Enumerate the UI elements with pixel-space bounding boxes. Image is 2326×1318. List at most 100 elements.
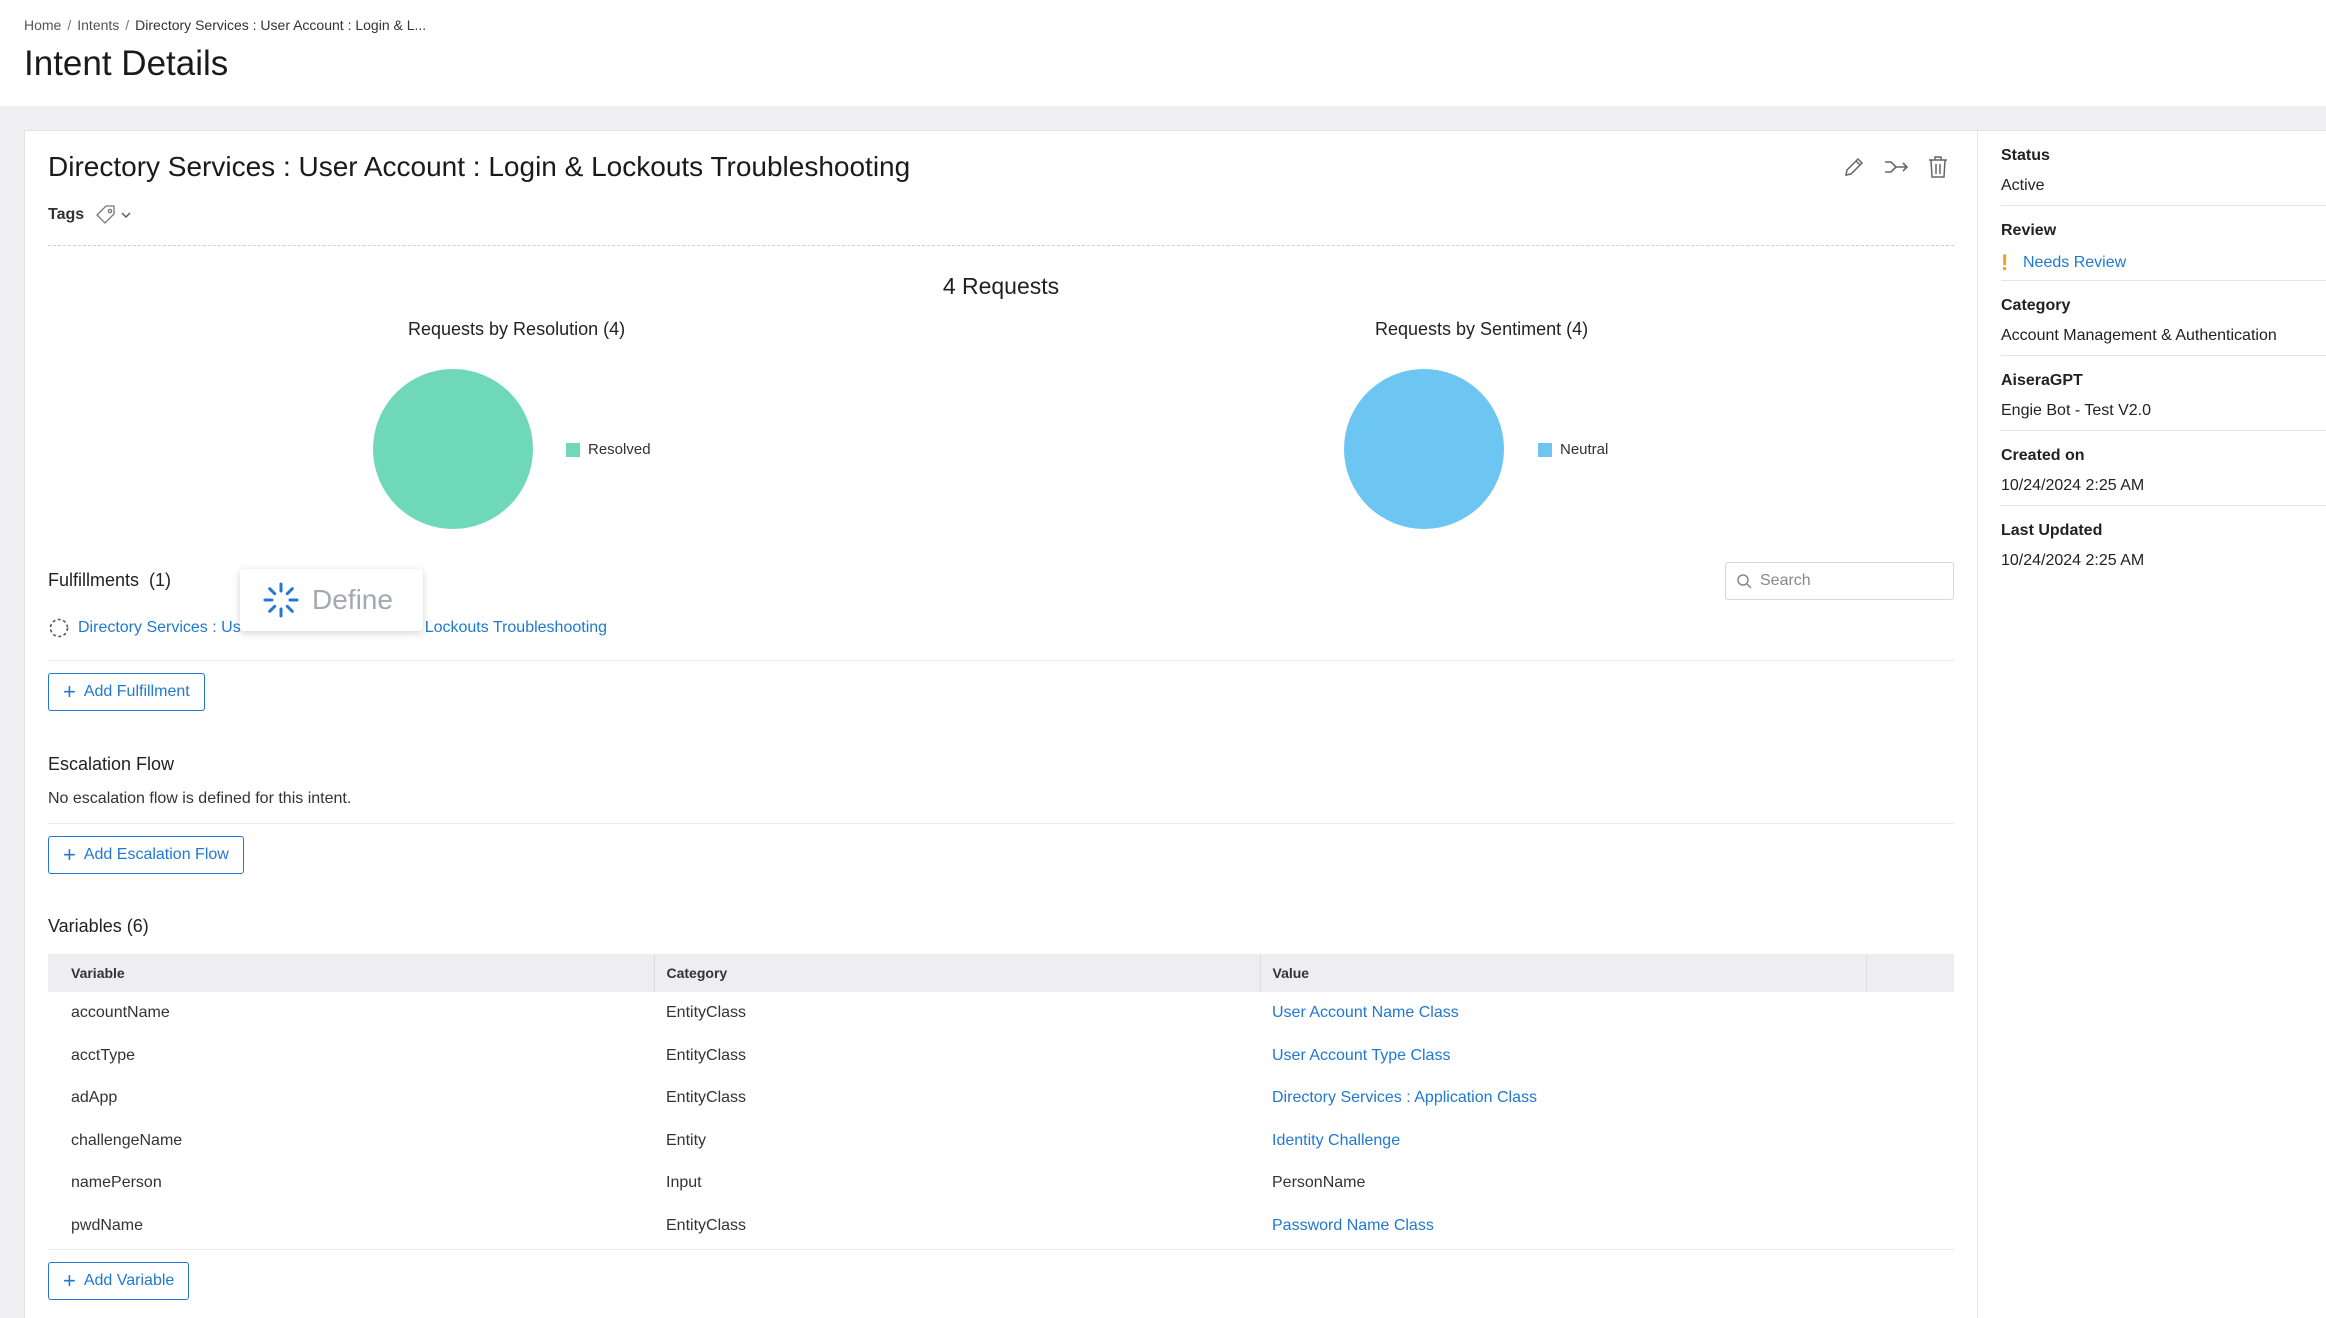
page-header: Home / Intents / Directory Services : User A… — [0, 0, 2326, 106]
search-icon — [1737, 574, 1752, 589]
plus-icon: + — [63, 842, 76, 867]
value-link[interactable]: User Account Name Class — [1272, 1004, 1459, 1021]
column-header-value[interactable]: Value — [1260, 954, 1867, 992]
merge-icon[interactable] — [1882, 153, 1910, 181]
sentiment-chart: Requests by Sentiment (4) — [1375, 319, 1588, 340]
value-link[interactable]: User Account Type Class — [1272, 1047, 1450, 1064]
cell-category: Input — [666, 1174, 702, 1192]
value-link[interactable]: Identity Challenge — [1272, 1132, 1400, 1149]
cell-value: User Account Type Class — [1260, 1035, 1866, 1078]
last-updated-value: 10/24/2024 2:25 AM — [2001, 552, 2145, 569]
page-title: Intent Details — [24, 44, 229, 83]
variables-table: Variable Category Value accountName Enti… — [48, 954, 1954, 1247]
add-fulfillment-button[interactable]: + Add Fulfillment — [48, 673, 205, 711]
category-value: Account Management & Authentication — [2001, 327, 2277, 344]
review-field: Review ! Needs Review — [2001, 206, 2326, 281]
breadcrumb: Home / Intents / Directory Services : User A… — [24, 17, 427, 33]
tags-label: Tags — [48, 206, 85, 223]
column-header-category[interactable]: Category — [654, 954, 1261, 992]
fulfillments-count: (1) — [149, 570, 172, 590]
define-label: Define — [312, 584, 393, 615]
resolution-pie-slice-resolved[interactable] — [373, 369, 533, 529]
divider — [48, 1249, 1954, 1250]
status-value: Active — [2001, 177, 2045, 194]
plus-icon: + — [63, 679, 76, 704]
add-variable-button[interactable]: + Add Variable — [48, 1262, 190, 1300]
chart-title: Requests by Resolution (4) — [408, 319, 626, 339]
chart-title: Requests by Sentiment (4) — [1375, 319, 1589, 339]
table-row: challengeName Entity Identity Challenge — [48, 1120, 1954, 1163]
resolution-chart: Requests by Resolution (4) — [408, 319, 625, 340]
breadcrumb-intents[interactable]: Intents — [77, 17, 119, 33]
edit-icon[interactable] — [1840, 153, 1868, 181]
escalation-note: No escalation flow is defined for this i… — [48, 790, 352, 807]
value-link[interactable]: Directory Services : Application Class — [1272, 1089, 1537, 1106]
search-input[interactable] — [1760, 572, 1940, 590]
intent-actions — [1840, 153, 1952, 181]
breadcrumb-home[interactable]: Home — [24, 17, 61, 33]
tag-icon — [96, 205, 115, 224]
tags-row: Tags — [48, 203, 132, 227]
divider — [48, 245, 1954, 246]
cell-category: EntityClass — [666, 1046, 747, 1064]
fulfillments-title: Fulfillments (1) — [48, 570, 172, 590]
trash-icon[interactable] — [1924, 153, 1952, 181]
category-field: Category Account Management & Authentica… — [2001, 281, 2326, 356]
chevron-down-icon — [121, 212, 131, 218]
last-updated-field: Last Updated 10/24/2024 2:25 AM — [2001, 522, 2145, 569]
resolution-legend[interactable]: Resolved — [566, 441, 651, 458]
value-link[interactable]: Password Name Class — [1272, 1217, 1434, 1234]
cell-variable: namePerson — [71, 1174, 162, 1192]
add-escalation-flow-button[interactable]: + Add Escalation Flow — [48, 836, 244, 874]
needs-review-link[interactable]: Needs Review — [2023, 254, 2126, 272]
cell-category: EntityClass — [666, 1216, 747, 1234]
sentiment-legend[interactable]: Neutral — [1538, 441, 1608, 458]
created-on-field: Created on 10/24/2024 2:25 AM — [2001, 431, 2326, 506]
plus-icon: + — [63, 1268, 76, 1293]
panel-divider — [1977, 131, 1978, 1318]
legend-label: Resolved — [588, 441, 651, 458]
cell-category: EntityClass — [666, 1004, 747, 1022]
cell-value: Identity Challenge — [1260, 1120, 1866, 1163]
cell-variable: accountName — [71, 1004, 170, 1022]
table-row: adApp EntityClass Directory Services : A… — [48, 1077, 1954, 1120]
requests-title: 4 Requests — [942, 273, 1060, 299]
divider — [48, 823, 1954, 824]
legend-swatch — [566, 442, 580, 457]
intent-card: Directory Services : User Account : Logi… — [24, 130, 2326, 1318]
table-row: accountName EntityClass User Account Nam… — [48, 992, 1954, 1035]
variables-title: Variables (6) — [48, 916, 149, 936]
cell-value: Password Name Class — [1260, 1205, 1866, 1248]
cell-variable: acctType — [71, 1046, 136, 1064]
legend-label: Neutral — [1560, 441, 1609, 458]
aiseragpt-field: AiseraGPT Engie Bot - Test V2.0 — [2001, 356, 2326, 431]
warning-icon: ! — [2001, 250, 2009, 275]
loading-spinner-icon — [263, 582, 299, 618]
table-row: namePerson Input PersonName — [48, 1162, 1954, 1205]
cell-value: Directory Services : Application Class — [1260, 1077, 1866, 1120]
define-popup[interactable]: Define — [240, 569, 423, 631]
cell-variable: adApp — [71, 1089, 118, 1107]
created-on-value: 10/24/2024 2:25 AM — [2001, 477, 2145, 494]
cell-value: PersonName — [1272, 1174, 1366, 1192]
table-row: acctType EntityClass User Account Type C… — [48, 1035, 1954, 1078]
cell-variable: challengeName — [71, 1131, 183, 1149]
breadcrumb-current: Directory Services : User Account : Logi… — [135, 17, 427, 33]
intent-title: Directory Services : User Account : Logi… — [48, 151, 911, 182]
legend-swatch — [1538, 442, 1552, 457]
cell-variable: pwdName — [71, 1216, 144, 1234]
fulfillment-search[interactable] — [1725, 562, 1954, 600]
status-field: Status Active — [2001, 131, 2326, 206]
tag-dropdown[interactable] — [94, 203, 132, 227]
workflow-icon — [49, 618, 69, 638]
cell-category: EntityClass — [666, 1089, 747, 1107]
table-row: pwdName EntityClass Password Name Class — [48, 1205, 1954, 1248]
escalation-title: Escalation Flow — [48, 754, 175, 774]
column-header-variable[interactable]: Variable — [48, 954, 655, 992]
sentiment-pie-slice-neutral[interactable] — [1344, 369, 1504, 529]
aiseragpt-value: Engie Bot - Test V2.0 — [2001, 402, 2152, 419]
cell-value: User Account Name Class — [1260, 992, 1866, 1035]
divider — [48, 660, 1954, 661]
cell-category: Entity — [666, 1131, 707, 1149]
column-header-actions — [1866, 954, 1954, 992]
